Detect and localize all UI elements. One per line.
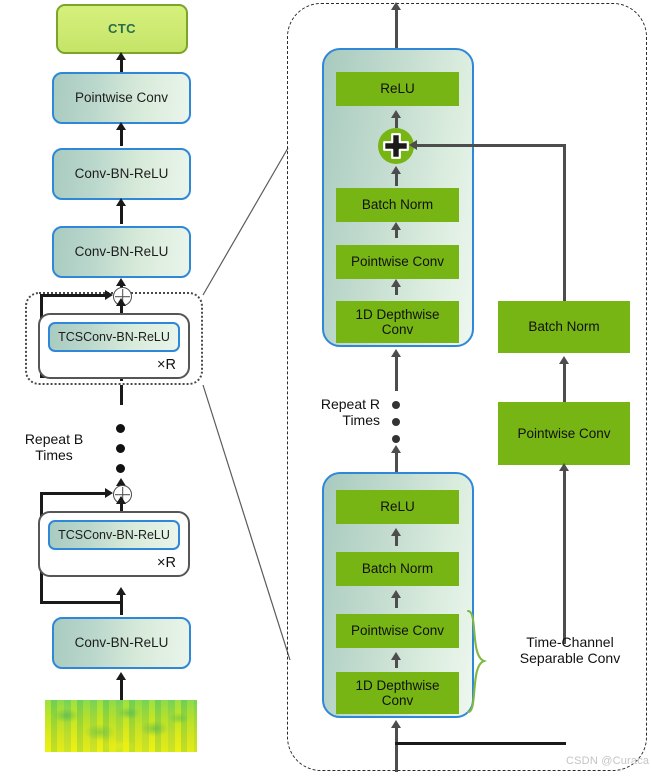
- ellipsis-dot-1: [116, 424, 125, 433]
- left-pointwise-conv-block[interactable]: Pointwise Conv: [52, 72, 191, 124]
- left-conv-bn-relu-mid-block[interactable]: Conv-BN-ReLU: [52, 226, 191, 278]
- detail-bottom-arrow-pw-to-bn: [391, 590, 401, 598]
- arrow-line-cbr1-to-pw: [120, 128, 123, 146]
- detail-bottom-split-horizontal: [395, 742, 566, 745]
- arrow-line-pw-to-ctc: [120, 58, 123, 72]
- detail-top-arrow-dw-to-pw: [391, 279, 401, 287]
- detail-bottom-relu-block[interactable]: ReLU: [336, 490, 459, 524]
- detail-bottom-pointwise-conv-block[interactable]: Pointwise Conv: [336, 614, 459, 648]
- detail-bottom-depthwise-line1: 1D Depthwise: [355, 677, 440, 693]
- detail-bottom-batch-norm-block[interactable]: Batch Norm: [336, 552, 459, 586]
- skip-line-top-horizontal: [40, 294, 108, 297]
- detail-residual-arrow-pw-to-bn: [559, 356, 569, 364]
- detail-top-arrow-add-to-relu: [391, 110, 401, 118]
- tcsconv-bn-relu-top-block[interactable]: TCSConv-BN-ReLU: [48, 322, 180, 352]
- arrow-head-pw-to-ctc: [116, 52, 126, 60]
- ellipsis-dot-2: [116, 444, 125, 453]
- detail-bottom-relu-label: ReLU: [380, 499, 415, 515]
- arrow-head-cbr1-to-pw: [116, 122, 126, 130]
- left-conv-bn-relu-top-block[interactable]: Conv-BN-ReLU: [52, 148, 191, 200]
- detail-residual-pointwise-conv-label: Pointwise Conv: [517, 425, 611, 441]
- detail-top-arrow-pw-to-bn: [391, 222, 401, 230]
- detail-top-pointwise-conv-block[interactable]: Pointwise Conv: [336, 245, 459, 279]
- left-conv-bn-relu-bottom-block[interactable]: Conv-BN-ReLU: [52, 617, 191, 669]
- watermark: CSDN @Curaca: [566, 755, 650, 767]
- detail-residual-batch-norm-label: Batch Norm: [528, 319, 600, 335]
- detail-top-output-arrow: [391, 2, 401, 10]
- detail-bottom-arrow-bn-to-relu: [391, 528, 401, 536]
- detail-top-input-line: [395, 355, 398, 391]
- tcs-brace-icon: [466, 609, 488, 714]
- detail-top-pointwise-conv-label: Pointwise Conv: [350, 254, 445, 270]
- detail-residual-horizontal-line: [415, 144, 566, 147]
- detail-bottom-output-arrow: [391, 445, 401, 453]
- detail-residual-pointwise-conv-block[interactable]: Pointwise Conv: [498, 402, 630, 465]
- detail-top-relu-label: ReLU: [380, 81, 415, 97]
- detail-top-depthwise-conv-block[interactable]: 1D Depthwise Conv: [336, 301, 459, 343]
- skip-line-bottom-bottom-horizontal: [40, 601, 120, 604]
- detail-top-output-line: [395, 8, 398, 48]
- repeat-r-times-label: Repeat R Times: [294, 396, 380, 428]
- arrow-line-cbr2-to-cbr1: [120, 204, 123, 224]
- tcsconv-top-label: TCSConv-BN-ReLU: [58, 330, 170, 344]
- detail-residual-line-pw-to-bn: [563, 362, 566, 402]
- left-conv-bn-relu-top-label: Conv-BN-ReLU: [74, 166, 169, 182]
- skip-arrow-bottom: [105, 488, 113, 498]
- arrow-line-wrap-top-out: [120, 303, 123, 313]
- ctc-label: CTC: [108, 20, 136, 36]
- repeat-r-line2: Times: [342, 411, 380, 428]
- stack-line-between-blocks: [120, 385, 123, 405]
- repeat-r-top-label: ×R: [157, 357, 176, 373]
- detail-residual-feed-arrow: [559, 463, 569, 471]
- detail-top-arrow-bn-to-add: [391, 166, 401, 174]
- detail-top-batch-norm-label: Batch Norm: [361, 197, 434, 213]
- tcsconv-bn-relu-bottom-block[interactable]: TCSConv-BN-ReLU: [48, 520, 180, 550]
- detail-bottom-batch-norm-label: Batch Norm: [361, 561, 434, 577]
- detail-bottom-arrow-dw-to-pw: [391, 652, 401, 660]
- detail-ellipsis-dot-1: [392, 401, 400, 409]
- arrow-head-cbr2-to-cbr1: [116, 198, 126, 206]
- left-pointwise-conv-label: Pointwise Conv: [74, 90, 169, 106]
- repeat-r-bottom-label: ×R: [157, 555, 176, 571]
- ellipsis-dot-3: [116, 464, 125, 473]
- skip-line-bottom-horizontal: [40, 492, 108, 495]
- detail-ellipsis-dot-3: [392, 435, 400, 443]
- repeat-b-line1: Repeat B: [24, 431, 84, 447]
- detail-bottom-input-line: [395, 726, 398, 772]
- detail-residual-arrow-head: [409, 140, 417, 150]
- repeat-b-line2: Times: [35, 446, 73, 463]
- detail-bottom-depthwise-conv-block[interactable]: 1D Depthwise Conv: [336, 672, 459, 714]
- detail-ellipsis-dot-2: [392, 418, 400, 426]
- skip-arrow-top: [105, 290, 113, 300]
- detail-bottom-input-arrow: [391, 720, 401, 728]
- arrow-head-cbr3-to-wrap: [116, 587, 126, 595]
- detail-residual-feed-line: [563, 469, 566, 644]
- detail-top-input-arrow: [391, 349, 401, 357]
- repeat-r-line1: Repeat R: [320, 396, 380, 412]
- arrow-line-input-to-cbr3: [120, 678, 123, 700]
- tcs-label-line2: Separable Conv: [519, 649, 621, 666]
- detail-top-depthwise-line2: Conv: [381, 322, 414, 337]
- time-channel-separable-conv-label: Time-Channel Separable Conv: [495, 634, 645, 666]
- diagram-canvas: CTC Pointwise Conv Conv-BN-ReLU Conv-BN-…: [0, 0, 651, 777]
- detail-residual-batch-norm-block[interactable]: Batch Norm: [498, 301, 630, 353]
- detail-top-depthwise-line1: 1D Depthwise: [355, 306, 440, 322]
- arrow-head-add1-to-cbr2: [116, 278, 126, 286]
- tcsconv-bottom-label: TCSConv-BN-ReLU: [58, 528, 170, 542]
- tcs-label-line1: Time-Channel: [526, 634, 614, 650]
- detail-top-line-bn-to-add: [395, 172, 398, 186]
- arrow-head-input-to-cbr3: [116, 672, 126, 680]
- input-spectrogram: [45, 700, 197, 752]
- left-conv-bn-relu-mid-label: Conv-BN-ReLU: [74, 244, 169, 260]
- arrow-line-wrap-bottom-out: [120, 501, 123, 511]
- arrow-line-cbr3-to-wrap: [120, 593, 123, 615]
- detail-top-batch-norm-block[interactable]: Batch Norm: [336, 188, 459, 222]
- left-conv-bn-relu-bottom-label: Conv-BN-ReLU: [74, 635, 169, 651]
- detail-top-relu-block[interactable]: ReLU: [336, 72, 459, 106]
- ctc-block[interactable]: CTC: [56, 4, 188, 54]
- detail-bottom-pointwise-conv-label: Pointwise Conv: [350, 623, 445, 639]
- detail-residual-vertical-line: [563, 144, 566, 301]
- detail-bottom-depthwise-line2: Conv: [381, 693, 414, 708]
- repeat-b-times-label: Repeat B Times: [6, 431, 102, 463]
